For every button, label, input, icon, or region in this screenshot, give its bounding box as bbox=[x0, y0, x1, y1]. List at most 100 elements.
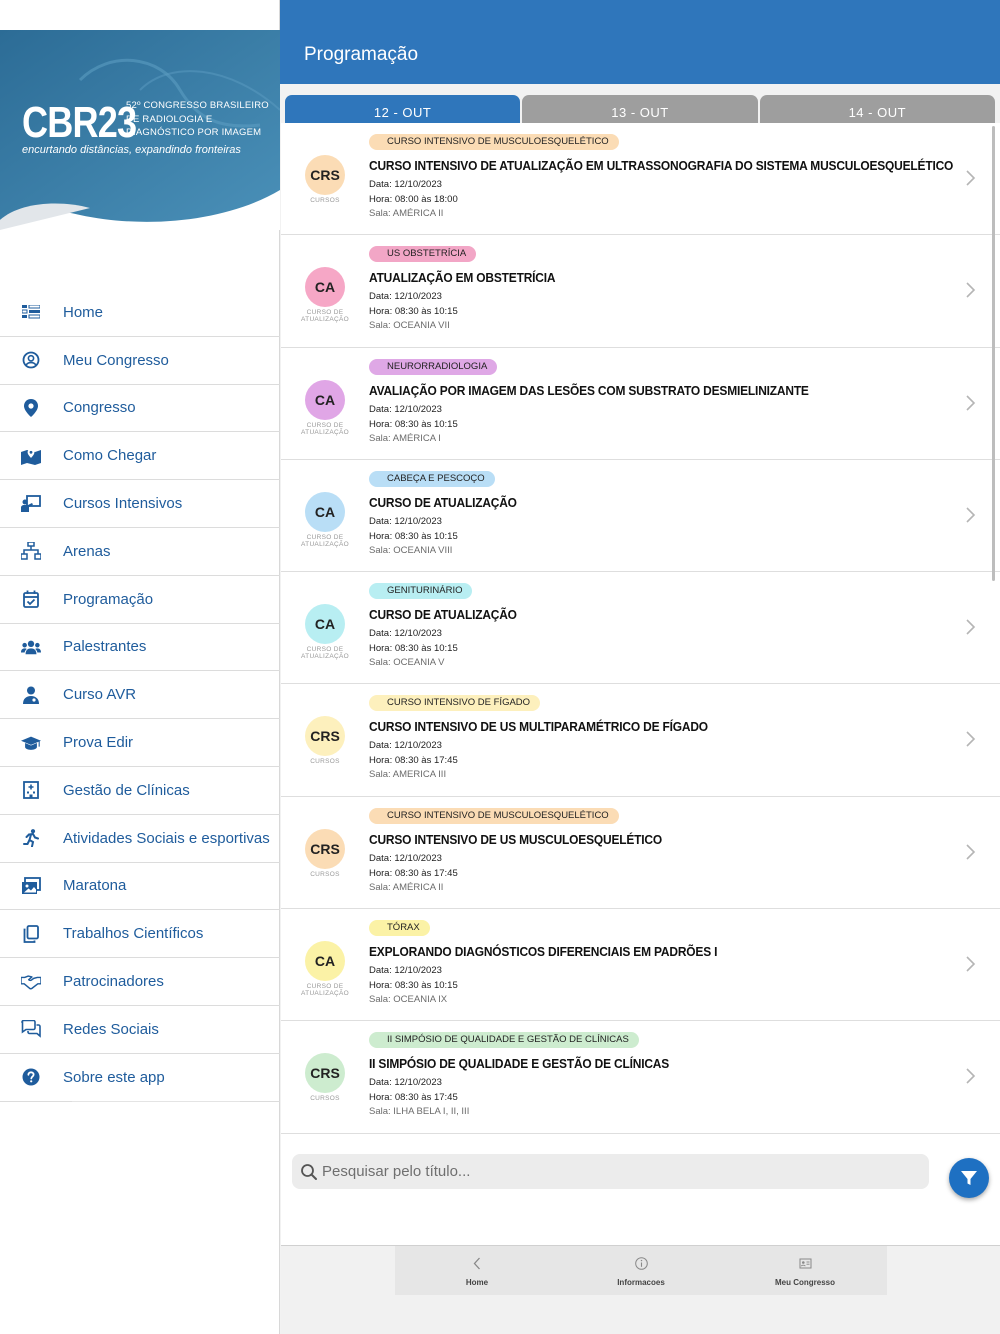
nav-item-label: Maratona bbox=[63, 877, 127, 895]
event-room: Sala: AMÉRICA II bbox=[369, 881, 444, 893]
event-date: Data: 12/10/2023 bbox=[369, 179, 442, 190]
calendar-check-icon bbox=[21, 589, 41, 609]
nav-item-label: Como Chegar bbox=[63, 447, 157, 465]
event-type-caption: CURSO DE ATUALIZAÇÃO bbox=[301, 983, 349, 998]
event-type-caption: CURSOS bbox=[310, 197, 340, 204]
sidebar-logo-banner: CBR23 52º CONGRESSO BRASILEIRO DE RADIOL… bbox=[0, 30, 280, 230]
bottom-tab-label: Home bbox=[465, 1278, 489, 1287]
user-doctor-icon bbox=[21, 685, 41, 705]
nav-divider bbox=[72, 1101, 240, 1102]
bottom-tab-bar: Home Informacoes Meu Congresso bbox=[395, 1246, 887, 1295]
nav-item-congresso[interactable]: Congresso bbox=[0, 385, 280, 433]
question-circle-icon bbox=[21, 1067, 41, 1087]
nav-item-gestao-de-clinicas[interactable]: Gestão de Clínicas bbox=[0, 767, 280, 815]
chat-bubbles-icon bbox=[21, 1019, 41, 1039]
event-time: Hora: 08:30 às 17:45 bbox=[369, 755, 458, 767]
nav-item-curso-avr[interactable]: Curso AVR bbox=[0, 671, 280, 720]
event-row[interactable]: CRS CURSOS CURSO INTENSIVO DE MUSCULOESQUE… bbox=[281, 123, 1000, 236]
search-area bbox=[281, 1145, 1000, 1245]
bottom-tab-home[interactable]: Home bbox=[395, 1246, 559, 1295]
event-date: Data: 12/10/2023 bbox=[369, 1077, 442, 1089]
event-row[interactable]: CRS CURSOS CURSO INTENSIVO DE FÍGADO CURSO … bbox=[281, 684, 1000, 797]
event-category-tag: CURSO INTENSIVO DE FÍGADO bbox=[369, 695, 541, 712]
nav-item-arenas[interactable]: Arenas bbox=[0, 528, 280, 576]
tab-14-out[interactable]: 14 - OUT bbox=[759, 95, 995, 123]
event-date: Data: 12/10/2023 bbox=[369, 403, 442, 415]
graduation-cap-icon bbox=[21, 733, 41, 753]
event-row[interactable]: CA CURSO DE ATUALIZAÇÃO GENITURINÁRIO CURSO… bbox=[281, 572, 1000, 685]
tab-12-out[interactable]: 12 - OUT bbox=[285, 95, 521, 123]
event-type-badge: CA bbox=[305, 941, 345, 982]
bottom-tab-informacoes[interactable]: Informacoes bbox=[559, 1246, 723, 1295]
nav-item-sobre-este-app[interactable]: Sobre este app bbox=[0, 1054, 280, 1102]
chevron-right-icon bbox=[965, 843, 977, 861]
chevron-right-icon bbox=[965, 1067, 977, 1085]
event-type-badge: CRS bbox=[305, 828, 345, 869]
nav-item-redes-sociais[interactable]: Redes Sociais bbox=[0, 1006, 280, 1054]
chevron-right-icon bbox=[965, 618, 977, 636]
event-room: Sala: OCEANIA VII bbox=[369, 320, 450, 332]
event-title: CURSO INTENSIVO DE US MULTIPARAMÉTRICO D… bbox=[369, 719, 708, 735]
date-tabs: 12 - OUT 13 - OUT 14 - OUT bbox=[285, 95, 995, 123]
nav-item-patrocinadores[interactable]: Patrocinadores bbox=[0, 958, 280, 1006]
nav-item-label: Atividades Sociais e esportivas bbox=[63, 829, 270, 847]
event-time: Hora: 08:30 às 17:45 bbox=[369, 867, 458, 879]
chevron-right-icon bbox=[965, 394, 977, 412]
nav-item-palestrantes[interactable]: Palestrantes bbox=[0, 624, 280, 672]
teacher-board-icon bbox=[21, 494, 41, 514]
search-box[interactable] bbox=[292, 1154, 929, 1189]
event-room: Sala: AMÉRICA II bbox=[369, 208, 444, 219]
tab-13-out[interactable]: 13 - OUT bbox=[522, 95, 758, 123]
event-category-tag: II SIMPÓSIO DE QUALIDADE E GESTÃO DE CLÍ… bbox=[369, 1032, 639, 1049]
page-title: Programação bbox=[304, 44, 419, 65]
event-title: CURSO INTENSIVO DE ATUALIZAÇÃO EM ULTRAS… bbox=[369, 158, 954, 173]
nav-item-home[interactable]: Home bbox=[0, 289, 280, 337]
nav-item-trabalhos-cientificos[interactable]: Trabalhos Científicos bbox=[0, 910, 280, 959]
list-scrollbar[interactable] bbox=[992, 126, 995, 581]
event-title: AVALIAÇÃO POR IMAGEM DAS LESÕES COM SUBS… bbox=[369, 382, 809, 398]
event-type-caption: CURSOS bbox=[310, 1095, 340, 1103]
nav-item-atividades-sociais-e-esportivas[interactable]: Atividades Sociais e esportivas bbox=[0, 815, 280, 863]
nav-item-label: Arenas bbox=[63, 542, 111, 560]
bottom-tab-meu-congresso[interactable]: Meu Congresso bbox=[723, 1246, 887, 1295]
event-category-tag: US OBSTETRÍCIA bbox=[369, 246, 477, 263]
search-input[interactable] bbox=[322, 1154, 922, 1189]
chevron-right-icon bbox=[965, 169, 977, 187]
event-row[interactable]: CA CURSO DE ATUALIZAÇÃO NEURORRADIOLOGIA AV… bbox=[281, 347, 1000, 460]
event-room: Sala: ILHA BELA I, II, III bbox=[369, 1106, 470, 1118]
bottom-tab-label: Informacoes bbox=[617, 1278, 665, 1287]
nav-item-cursos-intensivos[interactable]: Cursos Intensivos bbox=[0, 480, 280, 528]
event-date: Data: 12/10/2023 bbox=[369, 628, 442, 640]
filter-button[interactable] bbox=[949, 1158, 989, 1198]
event-row[interactable]: CA CURSO DE ATUALIZAÇÃO CABEÇA E PESCOÇO CU… bbox=[281, 459, 1000, 573]
event-type-caption: CURSO DE ATUALIZAÇÃO bbox=[301, 646, 349, 661]
event-row[interactable]: CRS CURSOS II SIMPÓSIO DE QUALIDADE E GEST… bbox=[281, 1021, 1000, 1134]
event-type-badge: CA bbox=[305, 379, 345, 420]
nav-item-label: Cursos Intensivos bbox=[63, 495, 183, 513]
event-time: Hora: 08:30 às 10:15 bbox=[369, 530, 458, 542]
sitemap-icon bbox=[21, 541, 41, 561]
event-room: Sala: OCEANIA IX bbox=[369, 994, 448, 1006]
nav-item-maratona[interactable]: Maratona bbox=[0, 863, 280, 911]
event-row[interactable]: CA CURSO DE ATUALIZAÇÃO US OBSTETRÍCIA ATUA… bbox=[281, 235, 1000, 348]
nav-item-prova-edir[interactable]: Prova Edir bbox=[0, 719, 280, 767]
nav-item-meu-congresso[interactable]: Meu Congresso bbox=[0, 337, 280, 385]
nav-item-programacao[interactable]: Programação bbox=[0, 576, 280, 624]
event-list[interactable]: CRS CURSOS CURSO INTENSIVO DE MUSCULOESQUE… bbox=[281, 123, 1000, 1145]
event-date: Data: 12/10/2023 bbox=[369, 515, 442, 527]
running-icon bbox=[21, 828, 41, 848]
event-title: CURSO DE ATUALIZAÇÃO bbox=[369, 494, 517, 510]
home-icon bbox=[21, 302, 41, 322]
copy-documents-icon bbox=[21, 924, 41, 944]
event-title: CURSO DE ATUALIZAÇÃO bbox=[369, 607, 517, 623]
sidebar-nav: Home Meu Congresso Congresso Como Chegar Cur… bbox=[0, 289, 280, 1102]
nav-item-label: Congresso bbox=[63, 399, 136, 417]
event-category-tag: CABEÇA E PESCOÇO bbox=[369, 470, 495, 487]
nav-item-como-chegar[interactable]: Como Chegar bbox=[0, 432, 280, 481]
event-row[interactable]: CA CURSO DE ATUALIZAÇÃO TÓRAX EXPLORANDO DI… bbox=[281, 909, 1000, 1022]
location-pin-icon bbox=[21, 398, 41, 418]
top-bar: Programação bbox=[280, 0, 1000, 84]
event-type-badge: CRS bbox=[305, 155, 345, 195]
logo-subtitle: 52º CONGRESSO BRASILEIRO DE RADIOLOGIA E… bbox=[126, 100, 269, 138]
event-row[interactable]: CRS CURSOS CURSO INTENSIVO DE MUSCULOESQUE… bbox=[281, 796, 1000, 910]
